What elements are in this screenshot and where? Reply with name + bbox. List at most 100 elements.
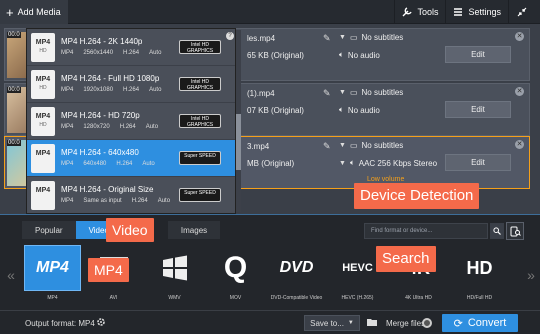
preset-details: MP4 Same as input H.264 Auto — [61, 198, 171, 204]
format-tile-hd[interactable]: HD HD/Full HD — [449, 245, 510, 305]
format-tile-mp4[interactable]: MP4 MP4 — [22, 245, 83, 305]
collapse-arrows-icon — [517, 7, 527, 17]
thumbnail-time: 00:0 — [7, 87, 21, 93]
super-speed-badge: Super SPEED — [179, 188, 221, 202]
collapse-button[interactable] — [508, 0, 540, 24]
dropdown-scrollbar[interactable] — [236, 30, 241, 212]
intel-hd-badge: Intel HD GRAPHICS — [179, 114, 221, 128]
preset-item-selected[interactable]: MP4 MP4 H.264 - 640x480 MP4 640x480 H.264 A… — [27, 140, 235, 177]
scrollbar-thumb[interactable] — [236, 114, 241, 170]
folder-icon[interactable] — [366, 317, 378, 329]
edit-button[interactable]: Edit — [445, 154, 511, 171]
device-detection-icon[interactable] — [506, 222, 524, 240]
format-search-input[interactable]: Find format or device... — [364, 223, 488, 239]
subtitles-value: No subtitles — [361, 33, 404, 42]
format-label: HD/Full HD — [466, 295, 493, 301]
subtitles-icon: ▭ — [349, 141, 358, 150]
help-icon[interactable]: ? — [226, 32, 234, 40]
plus-icon: + — [6, 4, 14, 20]
hd-icon: HD — [466, 257, 493, 278]
file-size: 65 KB (Original) — [247, 51, 304, 60]
format-tile-dvd[interactable]: DVD DVD-Compatible Video — [266, 245, 327, 305]
save-to-button[interactable]: Save to... ▼ — [304, 315, 360, 331]
merge-files-label: Merge files — [386, 319, 426, 328]
callout-device-detection: Device Detection — [354, 183, 480, 209]
subtitles-selector[interactable]: ▼ ▭ No subtitles — [339, 33, 509, 42]
subtitles-icon: ▭ — [349, 88, 358, 97]
scroll-left-icon[interactable]: « — [2, 245, 20, 305]
top-right-controls: Tools Settings — [394, 0, 540, 24]
thumbnail-time: 00:0 — [7, 32, 21, 38]
file-name: 3.mp4 — [247, 142, 270, 151]
preset-title: MP4 H.264 - 640x480 — [61, 148, 139, 157]
preset-title: MP4 H.264 - HD 720p — [61, 111, 140, 120]
scroll-right-icon[interactable]: » — [522, 245, 540, 305]
preset-dropdown: MP4 HD MP4 H.264 - 2K 1440p MP4 2560x1440 H… — [26, 28, 236, 214]
preset-item[interactable]: MP4 HD MP4 H.264 - HD 720p MP4 1280x720 H.2… — [27, 103, 235, 140]
format-tile-mov[interactable]: Q MOV — [205, 245, 266, 305]
subtitles-icon: ▭ — [349, 33, 358, 42]
subtitles-value: No subtitles — [361, 88, 404, 97]
tools-icon — [402, 7, 413, 17]
file-name: (1).mp4 — [247, 89, 275, 98]
tools-button[interactable]: Tools — [394, 0, 445, 24]
convert-refresh-icon: ⟳ — [453, 317, 463, 330]
top-toolbar: + Add Media Tools Settings — [0, 0, 540, 24]
mp4-preset-icon: MP4 HD — [31, 70, 55, 99]
edit-button[interactable]: Edit — [445, 101, 511, 118]
callout-search: Search — [376, 246, 436, 272]
format-label: 4K Ultra HD — [405, 295, 432, 301]
callout-video: Video — [106, 218, 154, 242]
chevron-down-icon: ▼ — [339, 34, 346, 41]
settings-label: Settings — [468, 7, 501, 17]
search-icon[interactable] — [490, 223, 504, 239]
subtitles-value: No subtitles — [361, 141, 404, 150]
subtitles-selector[interactable]: ▼ ▭ No subtitles — [339, 88, 509, 97]
format-label: HEVC (H.265) — [341, 295, 374, 301]
gear-icon[interactable] — [96, 317, 106, 329]
file-size: 07 KB (Original) — [247, 106, 304, 115]
rename-pencil-icon[interactable]: ✎ — [323, 141, 331, 152]
tools-label: Tools — [417, 7, 439, 17]
chevron-down-icon: ▼ — [339, 159, 346, 167]
add-media-label: Add Media — [17, 7, 61, 17]
mp4-preset-icon: MP4 — [31, 144, 55, 173]
add-media-button[interactable]: + Add Media — [0, 0, 68, 24]
output-format-label: Output format: MP4 — [25, 319, 95, 328]
edit-button[interactable]: Edit — [445, 46, 511, 63]
chevron-down-icon: ▼ — [339, 142, 346, 149]
tab-popular[interactable]: Popular — [22, 221, 76, 239]
remove-file-icon[interactable]: ✕ — [515, 32, 524, 41]
subtitles-selector[interactable]: ▼ ▭ No subtitles — [339, 141, 509, 150]
preset-item[interactable]: MP4 MP4 H.264 - Original Size MP4 Same as… — [27, 177, 235, 213]
preset-details: MP4 1920x1080 H.264 Auto — [61, 87, 162, 93]
format-label: MOV — [229, 295, 242, 301]
menu-icon — [454, 8, 463, 16]
format-tile-wmv[interactable]: WMV — [144, 245, 205, 305]
preset-item[interactable]: MP4 HD MP4 H.264 - Full HD 1080p MP4 1920x… — [27, 66, 235, 103]
audio-value: No audio — [347, 50, 380, 60]
dvd-icon: DVD — [279, 259, 314, 276]
convert-button[interactable]: ⟳ Convert — [442, 314, 518, 332]
intel-hd-badge: Intel HD GRAPHICS — [179, 77, 221, 91]
quicktime-icon: Q — [223, 251, 248, 284]
settings-button[interactable]: Settings — [445, 0, 508, 24]
speaker-icon: 🔈︎ — [349, 158, 355, 167]
preset-details: MP4 1280x720 H.264 Auto — [61, 124, 159, 130]
bottom-bar: Output format: MP4 Save to... ▼ Merge fil… — [0, 310, 540, 334]
merge-files-toggle[interactable] — [422, 318, 432, 328]
callout-mp4: MP4 — [88, 258, 129, 282]
rename-pencil-icon[interactable]: ✎ — [323, 88, 331, 99]
remove-file-icon[interactable]: ✕ — [515, 140, 524, 149]
preset-item[interactable]: MP4 HD MP4 H.264 - 2K 1440p MP4 2560x1440 H… — [27, 29, 235, 66]
file-size: MB (Original) — [247, 159, 295, 168]
mp4-preset-icon: MP4 HD — [31, 107, 55, 136]
tab-images[interactable]: Images — [167, 221, 221, 239]
rename-pencil-icon[interactable]: ✎ — [323, 33, 331, 44]
format-label: WMV — [168, 295, 181, 301]
remove-file-icon[interactable]: ✕ — [515, 87, 524, 96]
format-label: AVI — [109, 295, 118, 301]
super-speed-badge: Super SPEED — [179, 151, 221, 165]
mp4-format-icon: MP4 — [24, 245, 81, 291]
chevron-down-icon: ▼ — [347, 320, 354, 326]
